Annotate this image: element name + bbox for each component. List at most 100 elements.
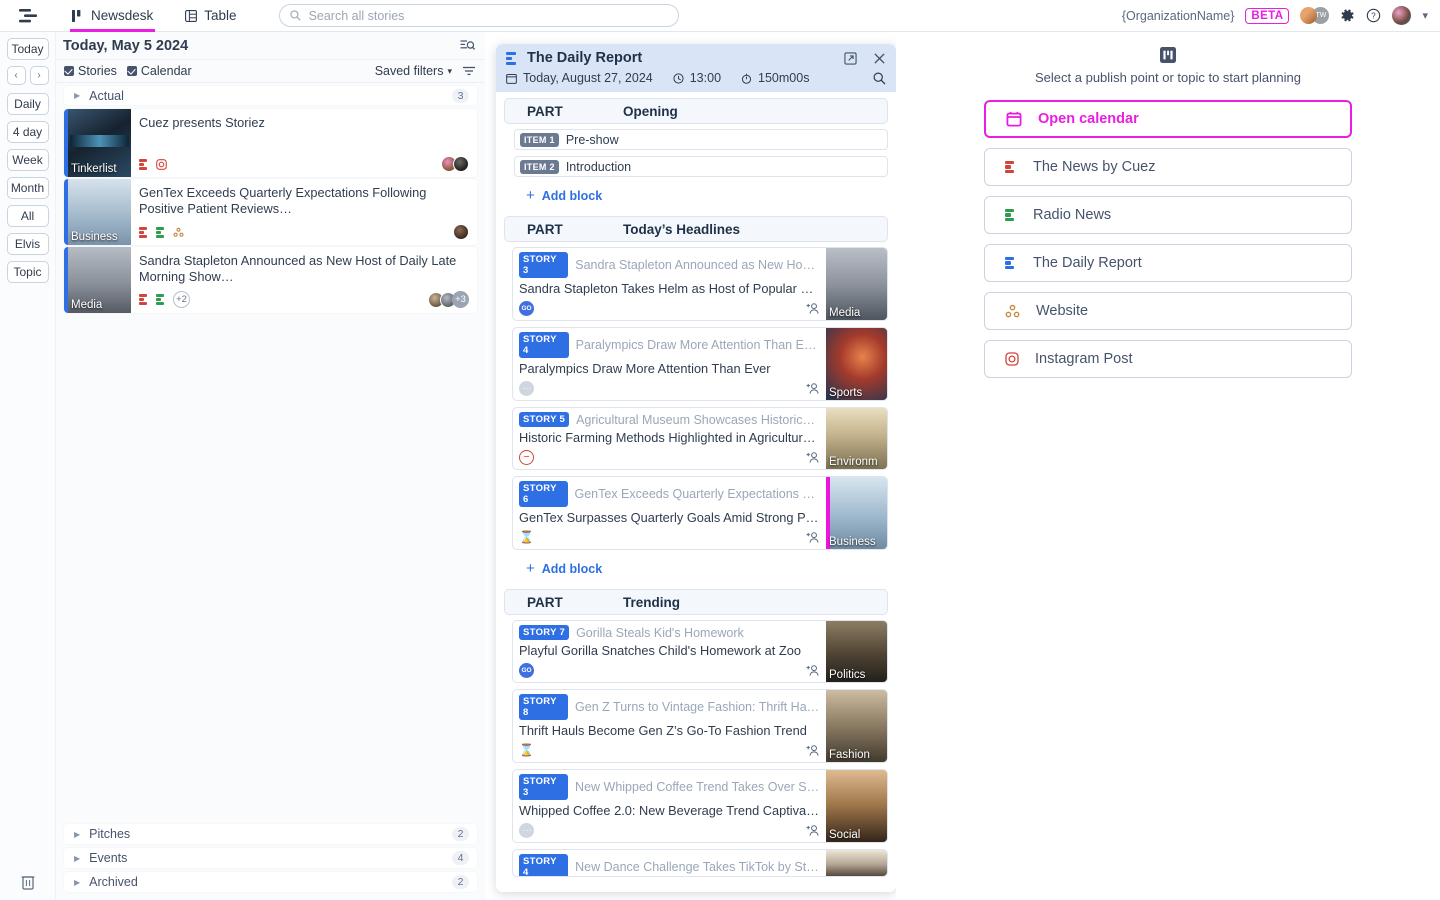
story-tag: STORY 4	[519, 332, 569, 358]
search-icon[interactable]	[873, 71, 886, 85]
saved-filters-dropdown[interactable]: Saved filters ▾	[375, 64, 452, 78]
story-headline: Playful Gorilla Snatches Child's Homewor…	[519, 643, 801, 658]
more-publish-points-badge[interactable]: +2	[173, 291, 190, 308]
story-row[interactable]: STORY 8 Gen Z Turns to Vintage Fashion: …	[512, 689, 888, 763]
top-nav: Newsdesk Table	[56, 0, 253, 32]
story-row[interactable]: STORY 4 Paralympics Draw More Attention …	[512, 327, 888, 401]
publish-point-the-news-by-cuez[interactable]: The News by Cuez	[984, 148, 1352, 186]
story-row[interactable]: STORY 4 New Dance Challenge Takes TikTok…	[512, 849, 888, 877]
group-row-events[interactable]: ▶ Events 4	[64, 848, 477, 868]
chevron-left-icon[interactable]: ‹	[6, 66, 26, 85]
list-item[interactable]: Tinkerlist Cuez presents Storiez	[64, 109, 477, 177]
add-user-icon[interactable]	[806, 744, 820, 757]
add-user-icon[interactable]	[806, 382, 820, 395]
list-item[interactable]: Media Sandra Stapleton Announced as New …	[64, 247, 477, 313]
range-button-daily[interactable]: Daily	[6, 93, 49, 115]
item-tag: ITEM 2	[520, 159, 559, 174]
filter-icon[interactable]	[462, 65, 476, 77]
more-avatars-badge[interactable]: +3	[452, 291, 469, 308]
rundown-date[interactable]: Today, August 27, 2024	[523, 71, 653, 85]
add-user-icon[interactable]	[806, 302, 820, 315]
add-user-icon[interactable]	[806, 451, 820, 464]
item-row-pre-show[interactable]: ITEM 1 Pre-show	[514, 129, 888, 150]
add-user-icon[interactable]	[806, 664, 820, 677]
checkbox-box	[64, 66, 74, 76]
rundown-body[interactable]: PART Opening ITEM 1 Pre-show ITEM 2 Intr…	[496, 92, 896, 892]
story-slug-row: STORY 3 Sandra Stapleton Announced as Ne…	[519, 252, 820, 278]
beta-badge[interactable]: BETA	[1245, 7, 1290, 24]
rundown-duration[interactable]: 150m00s	[758, 71, 809, 85]
part-header-headlines[interactable]: PART Today’s Headlines	[504, 216, 888, 242]
group-row-archived[interactable]: ▶ Archived 2	[64, 872, 477, 892]
assignee-avatars[interactable]	[453, 224, 469, 240]
range-button-elvis[interactable]: Elvis	[6, 233, 49, 255]
range-button-4day[interactable]: 4 day	[6, 121, 49, 143]
add-block-label: Add block	[541, 188, 603, 203]
add-block-button[interactable]: + Add block	[504, 183, 888, 210]
story-row[interactable]: STORY 3 Sandra Stapleton Announced as Ne…	[512, 247, 888, 321]
range-button-all[interactable]: All	[6, 205, 49, 227]
range-button-week[interactable]: Week	[6, 149, 49, 171]
search-box[interactable]	[278, 4, 679, 27]
story-row[interactable]: STORY 5 Agricultural Museum Showcases Hi…	[512, 407, 888, 470]
publish-point-instagram-post[interactable]: Instagram Post	[984, 340, 1352, 378]
range-button-month[interactable]: Month	[6, 177, 49, 199]
tab-newsdesk[interactable]: Newsdesk	[56, 0, 169, 32]
add-user-icon[interactable]	[806, 824, 820, 837]
chevron-right-icon[interactable]: ›	[29, 66, 49, 85]
story-category: Business	[71, 231, 118, 243]
gear-icon[interactable]	[1340, 8, 1355, 23]
part-header-trending[interactable]: PART Trending	[504, 589, 888, 615]
tab-table[interactable]: Table	[169, 0, 252, 32]
status-badge: ⌛	[519, 530, 534, 544]
timer-icon	[741, 73, 752, 84]
calendar-icon	[1006, 111, 1022, 127]
story-list[interactable]: ▶ Actual 3 Tinkerlist Cuez presents Stor…	[56, 83, 485, 824]
publish-point-website[interactable]: Website	[984, 292, 1352, 330]
story-main: STORY 6 GenTex Exceeds Quarterly Expecta…	[513, 477, 826, 549]
story-slug-row: STORY 3 New Whipped Coffee Trend Takes O…	[519, 774, 820, 800]
today-button[interactable]: Today	[6, 38, 49, 60]
avatar[interactable]	[1392, 6, 1412, 25]
collaborator-avatars[interactable]: TW	[1300, 7, 1330, 24]
group-row-pitches[interactable]: ▶ Pitches 2	[64, 824, 477, 844]
story-category: Environm	[829, 456, 878, 468]
chevron-down-icon[interactable]: ▾	[1422, 9, 1428, 22]
assignee-avatars[interactable]	[441, 156, 469, 172]
page-title: Today, May 5 2024	[63, 37, 189, 54]
group-label: Events	[89, 851, 128, 865]
story-main: STORY 8 Gen Z Turns to Vintage Fashion: …	[513, 690, 826, 762]
external-link-icon[interactable]	[844, 51, 857, 65]
range-button-topic[interactable]: Topic	[6, 261, 49, 283]
group-row-actual[interactable]: ▶ Actual 3	[64, 86, 477, 105]
trash-icon[interactable]	[20, 873, 36, 890]
add-user-icon[interactable]	[806, 531, 820, 544]
filter-calendar-checkbox[interactable]: Calendar	[126, 64, 192, 78]
story-thumbnail	[826, 850, 887, 876]
story-row[interactable]: STORY 3 New Whipped Coffee Trend Takes O…	[512, 769, 888, 843]
part-header-opening[interactable]: PART Opening	[504, 98, 888, 124]
hamburger-icon[interactable]	[0, 8, 56, 23]
story-row[interactable]: STORY 7 Gorilla Steals Kid's Homework Pl…	[512, 620, 888, 683]
close-icon[interactable]	[873, 52, 886, 65]
search-list-icon[interactable]	[460, 39, 475, 53]
story-main: STORY 3 New Whipped Coffee Trend Takes O…	[513, 770, 826, 842]
story-slug-row: STORY 6 GenTex Exceeds Quarterly Expecta…	[519, 481, 820, 507]
list-item[interactable]: Business GenTex Exceeds Quarterly Expect…	[64, 179, 477, 245]
publish-point-the-daily-report[interactable]: The Daily Report	[984, 244, 1352, 282]
chevron-right-icon: ▶	[74, 91, 81, 100]
open-calendar-button[interactable]: Open calendar	[984, 100, 1352, 138]
avatar	[453, 156, 469, 172]
question-circle-icon[interactable]: ?	[1366, 8, 1381, 23]
search-input[interactable]	[306, 7, 668, 24]
rundown-time[interactable]: 13:00	[690, 71, 721, 85]
group-count: 4	[452, 851, 469, 865]
plus-icon: +	[526, 560, 535, 577]
item-row-introduction[interactable]: ITEM 2 Introduction	[514, 156, 888, 177]
publish-point-radio-news[interactable]: Radio News	[984, 196, 1352, 234]
story-row[interactable]: STORY 6 GenTex Exceeds Quarterly Expecta…	[512, 476, 888, 550]
add-block-button[interactable]: + Add block	[504, 556, 888, 583]
cuez-icon	[139, 158, 150, 170]
assignee-avatars[interactable]: +3	[428, 291, 469, 308]
filter-stories-checkbox[interactable]: Stories	[64, 64, 117, 78]
